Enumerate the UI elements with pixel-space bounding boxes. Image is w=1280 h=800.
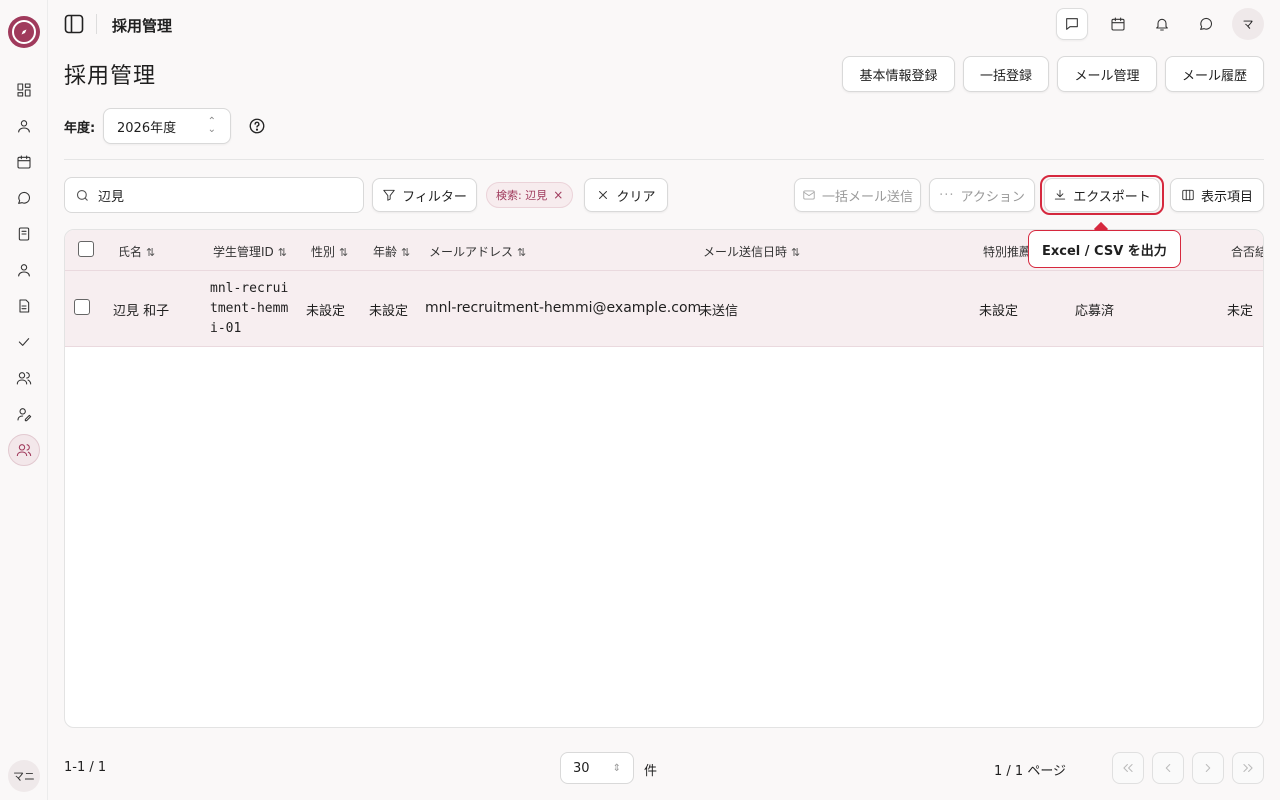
app-logo[interactable] xyxy=(8,16,40,48)
cell-name: 辺見 和子 xyxy=(113,304,170,319)
sort-icon: ⇅ xyxy=(517,246,527,259)
document-icon[interactable] xyxy=(14,296,34,316)
x-icon xyxy=(599,191,608,199)
row-checkbox[interactable] xyxy=(74,299,90,315)
columns-label: 表示項目 xyxy=(1200,189,1253,205)
ellipsis-icon: ··· xyxy=(939,187,955,203)
last-page-button[interactable] xyxy=(1232,752,1264,784)
user-avatar[interactable]: マ xyxy=(1232,8,1264,40)
year-select[interactable]: 2026年度 ⌃ ⌄ xyxy=(103,108,231,144)
sort-icon: ⇅ xyxy=(146,246,156,259)
sidebar-user-avatar[interactable]: マニ xyxy=(8,760,40,792)
chevrons-right-icon xyxy=(1243,763,1253,773)
clear-button[interactable]: クリア xyxy=(584,178,668,212)
page-title: 採用管理 xyxy=(64,64,157,89)
action-button[interactable]: ··· アクション xyxy=(929,178,1035,212)
users-icon[interactable] xyxy=(14,368,34,388)
user-icon[interactable] xyxy=(14,116,34,136)
header-age[interactable]: 年齢 ⇅ xyxy=(373,243,410,260)
filter-icon xyxy=(383,189,395,201)
page-info: 1 / 1 ページ xyxy=(994,764,1067,779)
first-page-button[interactable] xyxy=(1112,752,1144,784)
dashboard-icon[interactable] xyxy=(14,80,34,100)
per-page-select[interactable]: 30 ⇕ xyxy=(560,752,634,784)
sort-icon: ⇅ xyxy=(277,246,287,259)
prev-page-button[interactable] xyxy=(1152,752,1184,784)
chevron-updown-icon: ⌃ ⌄ xyxy=(207,116,216,135)
sort-icon: ⇅ xyxy=(339,246,349,259)
chat-bubble-icon[interactable] xyxy=(1190,8,1222,40)
header-result[interactable]: 合否結 xyxy=(1231,243,1263,260)
sort-icon: ⇅ xyxy=(791,246,801,259)
breadcrumb-title: 採用管理 xyxy=(112,17,173,35)
export-tooltip: Excel / CSV を出力 xyxy=(1028,230,1181,268)
chevrons-left-icon xyxy=(1123,763,1133,773)
notebook-icon[interactable] xyxy=(14,224,34,244)
bulk-mail-label: 一括メール送信 xyxy=(821,189,913,205)
search-icon xyxy=(76,189,88,201)
export-label: エクスポート xyxy=(1073,189,1151,205)
search-value: 辺見 xyxy=(98,189,125,205)
bell-icon[interactable] xyxy=(1146,8,1178,40)
mail-manage-button[interactable]: メール管理 xyxy=(1057,56,1157,92)
header-name[interactable]: 氏名 ⇅ xyxy=(118,243,155,260)
cell-status: 応募済 xyxy=(1075,304,1115,319)
cell-special: 未設定 xyxy=(979,304,1019,319)
year-label: 年度: xyxy=(64,121,96,136)
header-email[interactable]: メールアドレス ⇅ xyxy=(429,243,526,260)
applicants-table: 氏名 ⇅ 学生管理ID ⇅ 性別 ⇅ 年齢 ⇅ メールアドレス ⇅ メール送信日時 ⇅ 特別… xyxy=(64,229,1264,728)
cell-mail-sent: 未送信 xyxy=(699,304,739,319)
cell-age: 未設定 xyxy=(369,304,409,319)
person-icon[interactable] xyxy=(14,260,34,280)
per-page-value: 30 xyxy=(573,760,590,776)
header-student-id[interactable]: 学生管理ID ⇅ xyxy=(213,243,287,260)
header-mail-sent[interactable]: メール送信日時 ⇅ xyxy=(703,243,800,260)
cell-gender: 未設定 xyxy=(306,304,346,319)
chat-icon[interactable] xyxy=(14,188,34,208)
columns-button[interactable]: 表示項目 xyxy=(1170,178,1264,212)
sidebar-toggle-icon[interactable] xyxy=(64,14,84,34)
clear-label: クリア xyxy=(616,189,656,205)
search-chip[interactable]: 検索: 辺見 × xyxy=(486,182,574,208)
bulk-mail-button[interactable]: 一括メール送信 xyxy=(794,178,921,212)
table-row[interactable]: 辺見 和子 mnl-recruitment-hemmi-01 未設定 未設定 m… xyxy=(65,271,1263,347)
close-icon[interactable]: × xyxy=(553,188,563,202)
mail-history-button[interactable]: メール履歴 xyxy=(1165,56,1264,92)
calendar-icon[interactable] xyxy=(14,152,34,172)
export-button[interactable]: エクスポート xyxy=(1044,178,1160,212)
check-icon[interactable] xyxy=(14,332,34,352)
help-circle-icon[interactable] xyxy=(248,117,266,135)
per-page-unit: 件 xyxy=(644,764,658,779)
calendar-top-icon[interactable] xyxy=(1102,8,1134,40)
search-input[interactable]: 辺見 xyxy=(64,177,364,213)
user-edit-icon[interactable] xyxy=(14,404,34,424)
section-divider xyxy=(64,159,1264,160)
compass-icon xyxy=(12,20,36,44)
cell-student-id: mnl-recruitment-hemmi-01 xyxy=(210,281,289,336)
header-gender[interactable]: 性別 ⇅ xyxy=(311,243,348,260)
chevron-right-icon xyxy=(1205,763,1211,773)
record-range: 1-1 / 1 xyxy=(64,760,107,775)
year-select-value: 2026年度 xyxy=(117,120,177,136)
message-icon[interactable] xyxy=(1056,8,1088,40)
mail-icon xyxy=(803,190,815,200)
filter-button[interactable]: フィルター xyxy=(372,178,477,212)
basic-info-register-button[interactable]: 基本情報登録 xyxy=(842,56,955,92)
action-label: アクション xyxy=(960,189,1025,205)
columns-icon xyxy=(1182,189,1194,201)
select-all-checkbox[interactable] xyxy=(78,241,94,257)
cell-result: 未定 xyxy=(1227,304,1254,319)
header-special[interactable]: 特別推薦 xyxy=(983,243,1031,260)
cell-email: mnl-recruitment-hemmi@example.com xyxy=(425,300,702,316)
next-page-button[interactable] xyxy=(1192,752,1224,784)
chevron-left-icon xyxy=(1165,763,1171,773)
chevron-updown-icon: ⇕ xyxy=(612,762,621,774)
topbar-divider xyxy=(96,14,97,34)
download-icon xyxy=(1055,189,1066,200)
recruitment-nav-icon[interactable] xyxy=(8,434,40,466)
filter-label: フィルター xyxy=(402,189,467,205)
sort-icon: ⇅ xyxy=(401,246,411,259)
search-chip-label: 検索: 辺見 xyxy=(496,189,548,202)
bulk-register-button[interactable]: 一括登録 xyxy=(963,56,1049,92)
